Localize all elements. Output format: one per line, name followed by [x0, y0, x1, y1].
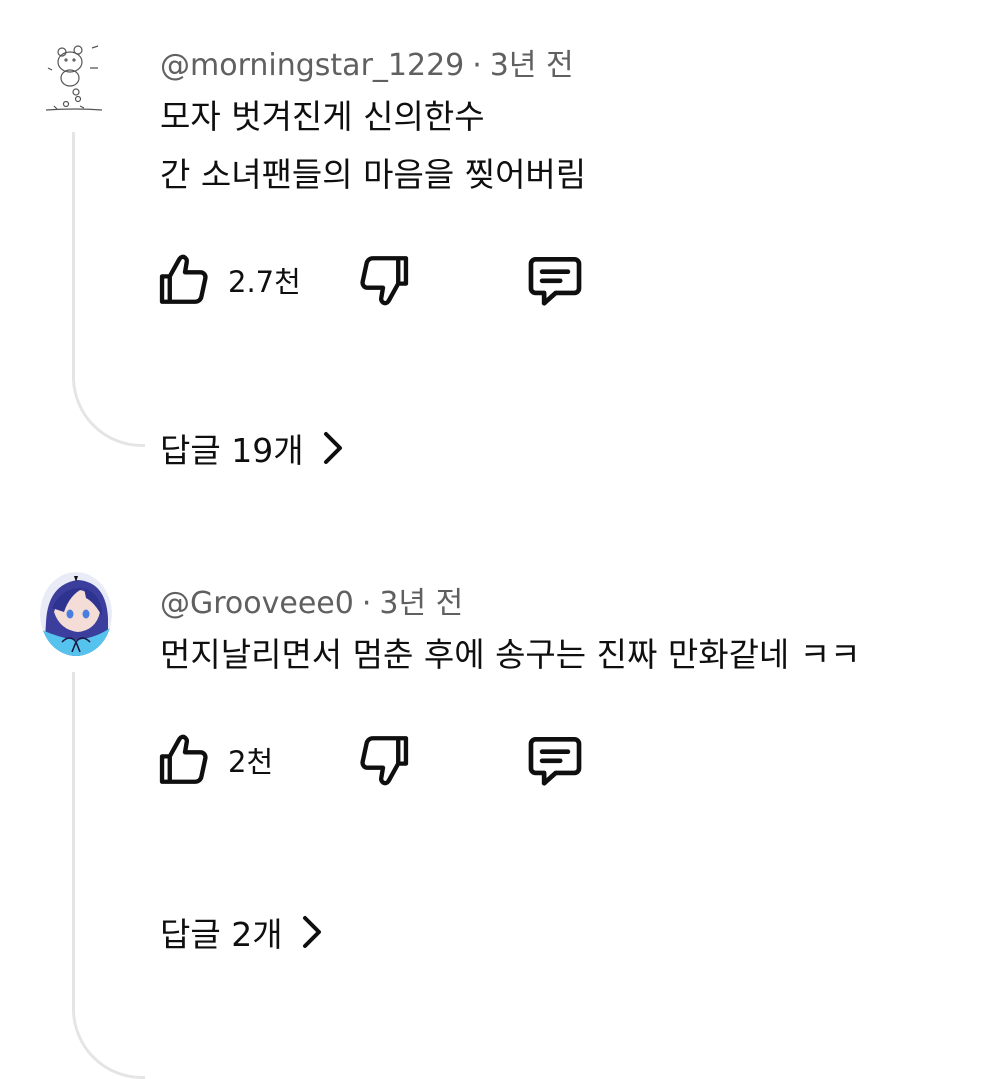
avatar[interactable]: [40, 572, 112, 656]
comment-item: @Grooveee0 · 3년 전 먼지날리면서 멈춘 후에 송구는 진짜 만화같네…: [0, 520, 985, 1079]
meta-separator: ·: [361, 586, 372, 621]
reply-button[interactable]: [524, 250, 586, 310]
comment-time[interactable]: 3년 전: [490, 48, 574, 83]
comment-text: 모자 벗겨진게 신의한수 간 소녀팬들의 마음을 찢어버림: [160, 88, 586, 204]
like-count: 2.7천: [228, 265, 301, 299]
comment-meta: @Grooveee0 · 3년 전: [160, 578, 463, 622]
anime-character-avatar-icon: [40, 572, 112, 656]
thumbs-up-icon: [159, 734, 208, 784]
meta-separator: ·: [472, 48, 482, 83]
comment-icon: [528, 257, 582, 306]
author-name[interactable]: @morningstar_1229: [160, 48, 464, 83]
thumbs-up-icon: [159, 254, 208, 304]
comment-line: 먼지날리면서 멈춘 후에 송구는 진짜 만화같네 ㅋㅋ: [160, 635, 861, 674]
thumbs-down-icon: [360, 736, 409, 786]
view-replies-button[interactable]: 답글 19개: [160, 424, 346, 472]
thread-line: [72, 132, 145, 447]
comment-line: 간 소녀팬들의 마음을 찢어버림: [160, 155, 587, 194]
like-count: 2천: [228, 745, 274, 779]
dislike-button[interactable]: [354, 250, 412, 310]
replies-count: 답글 19개: [160, 431, 304, 470]
comment-meta: @morningstar_1229 · 3년 전: [160, 40, 574, 84]
like-button[interactable]: 2천: [156, 730, 273, 790]
chevron-right-icon: [299, 914, 325, 950]
sketch-bear-avatar-icon: [45, 45, 103, 111]
view-replies-button[interactable]: 답글 2개: [160, 908, 325, 956]
thread-line: [72, 672, 145, 1079]
comment-icon: [528, 737, 582, 786]
comment-text: 먼지날리면서 멈춘 후에 송구는 진짜 만화같네 ㅋㅋ: [160, 626, 861, 684]
comment-actions: 2.7천: [156, 250, 616, 310]
comment-item: @morningstar_1229 · 3년 전 모자 벗겨진게 신의한수 간 소녀…: [0, 0, 985, 520]
reply-button[interactable]: [524, 730, 586, 790]
author-name[interactable]: @Grooveee0: [160, 586, 354, 621]
comment-time[interactable]: 3년 전: [379, 586, 463, 621]
replies-count: 답글 2개: [160, 915, 283, 954]
like-button[interactable]: 2.7천: [156, 250, 301, 310]
thumbs-down-icon: [360, 256, 409, 306]
avatar[interactable]: [40, 38, 112, 120]
comment-line: 모자 벗겨진게 신의한수: [160, 97, 485, 136]
dislike-button[interactable]: [354, 730, 412, 790]
comment-actions: 2천: [156, 730, 616, 790]
chevron-right-icon: [320, 430, 346, 466]
